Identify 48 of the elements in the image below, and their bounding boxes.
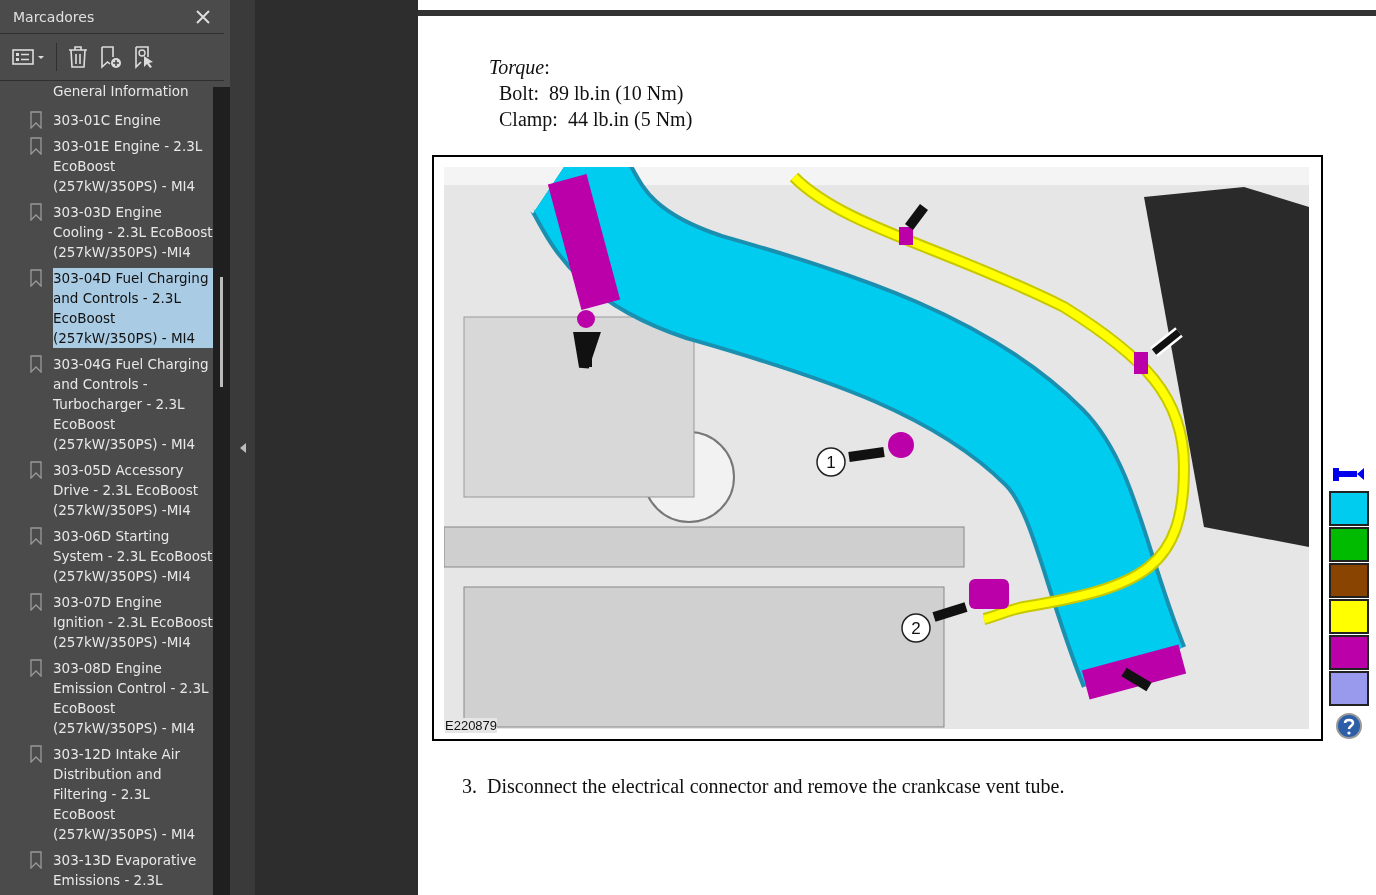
bookmark-item[interactable]: 303-05D Accessory Drive - 2.3L EcoBoost (257kW/350PS) -MI4: [53, 460, 213, 520]
add-bookmark-icon[interactable]: [99, 45, 123, 69]
callout-number: 1: [816, 447, 846, 477]
help-icon[interactable]: [1336, 713, 1362, 739]
bookmark-item[interactable]: 303-04D Fuel Charging and Controls - 2.3L EcoBoost (257kW/350PS) - MI4: [53, 268, 213, 348]
color-swatch[interactable]: [1329, 635, 1369, 670]
color-swatch[interactable]: [1329, 599, 1369, 634]
step-text: Disconnect the electrical connector and remove the crankcase vent tube.: [487, 775, 1065, 798]
torque-value: 89 lb.in (10 Nm): [549, 81, 684, 106]
bookmark-item[interactable]: 303-04G Fuel Charging and Controls - Turbocharger - 2.3L EcoBoost (257kW/350PS) - MI4: [53, 354, 213, 454]
torque-label: Clamp:: [499, 107, 558, 132]
bookmark-icon: [30, 137, 42, 155]
bookmark-item[interactable]: 303-07D Engine Ignition - 2.3L EcoBoost (257kW/350PS) -MI4: [53, 592, 213, 652]
bookmark-item[interactable]: 303-03D Engine Cooling - 2.3L EcoBoost (257kW/350PS) -MI4: [53, 202, 213, 262]
bookmark-icon: [30, 593, 42, 611]
scrollbar-thumb[interactable]: [220, 277, 223, 387]
bookmark-item[interactable]: 303-06D Starting System - 2.3L EcoBoost (257kW/350PS) -MI4: [53, 526, 213, 586]
bookmark-icon: [30, 111, 42, 129]
bookmark-icon: [30, 527, 42, 545]
callout-number: 2: [901, 613, 931, 643]
torque-label: Bolt:: [499, 81, 539, 106]
color-swatch[interactable]: [1329, 563, 1369, 598]
collapse-arrow-icon[interactable]: [239, 442, 246, 453]
torque-heading: Torque:: [489, 55, 551, 80]
color-swatch[interactable]: [1329, 491, 1369, 526]
bookmark-icon: [30, 659, 42, 677]
bookmark-icon: [30, 851, 42, 869]
bookmark-item[interactable]: 303-12D Intake Air Distribution and Filtering - 2.3L EcoBoost (257kW/350PS) - MI4: [53, 744, 213, 844]
bookmark-item[interactable]: 303-13D Evaporative Emissions - 2.3L: [53, 850, 213, 890]
step-number: 3.: [462, 775, 477, 798]
close-icon[interactable]: [196, 9, 210, 24]
options-menu-icon[interactable]: [12, 47, 46, 67]
bookmark-icon: [30, 269, 42, 287]
torque-value: 44 lb.in (5 Nm): [567, 107, 693, 132]
camera-icon[interactable]: [1331, 465, 1367, 483]
bookmark-icon: [30, 355, 42, 373]
trash-icon[interactable]: [67, 45, 89, 69]
bookmark-item[interactable]: 303-01C Engine: [53, 110, 213, 130]
color-swatch[interactable]: [1329, 527, 1369, 562]
bookmark-item[interactable]: 303-01E Engine - 2.3L EcoBoost (257kW/350PS) - MI4: [53, 136, 213, 196]
figure-code: E220879: [445, 718, 498, 733]
bookmark-icon: [30, 461, 42, 479]
color-swatch[interactable]: [1329, 671, 1369, 706]
bookmark-item[interactable]: 303-08D Engine Emission Control - 2.3L EcoBoost (257kW/350PS) - MI4: [53, 658, 213, 738]
bookmark-item[interactable]: General Information: [0, 84, 213, 96]
panel-title: Marcadores: [13, 8, 95, 25]
bookmark-icon: [30, 745, 42, 763]
bookmark-icon: [30, 203, 42, 221]
